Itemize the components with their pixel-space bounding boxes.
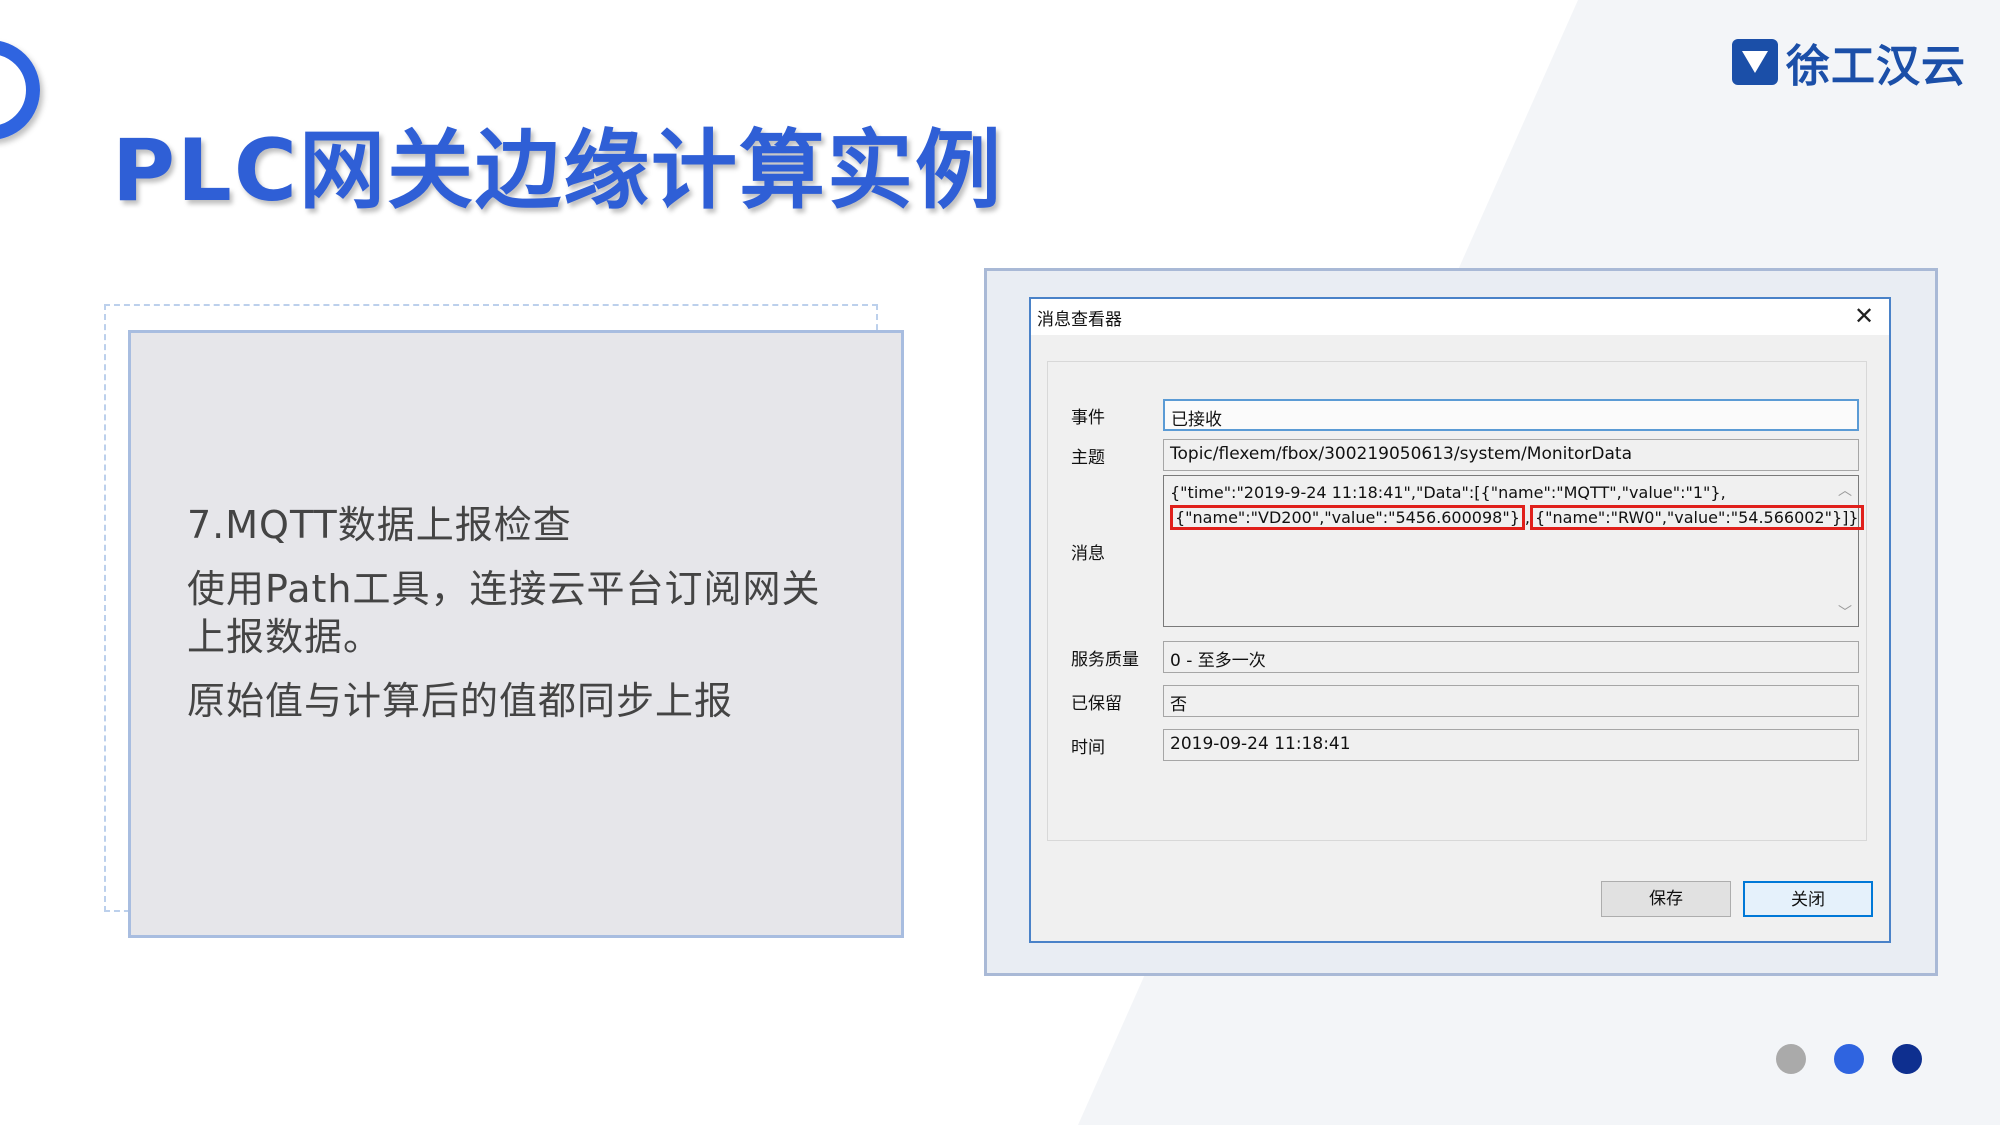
highlight-raw-value: {"name":"VD200","value":"5456.600098"} [1170, 505, 1525, 530]
brand-name: 徐工汉云 [1786, 41, 1966, 92]
message-viewer-dialog: 消息查看器 ✕ 事件 已接收 主题 Topic/flexem/fbox/3002… [1029, 297, 1891, 943]
message-field[interactable]: {"time":"2019-9-24 11:18:41","Data":[{"n… [1163, 475, 1864, 627]
logo-mark-icon [1732, 39, 1778, 85]
dialog-titlebar: 消息查看器 ✕ [1031, 299, 1889, 335]
retained-field[interactable]: 否 [1163, 685, 1859, 717]
scroll-down-icon[interactable]: ﹀ [1838, 602, 1852, 622]
step-note: 原始值与计算后的值都同步上报 [187, 679, 734, 723]
close-button[interactable]: 关闭 [1743, 881, 1873, 917]
step-heading: 7.MQTT数据上报检查 [187, 503, 572, 547]
qos-label: 服务质量 [1071, 650, 1139, 670]
brand-logo: 徐工汉云 [1732, 36, 1966, 92]
message-line-2: {"name":"VD200","value":"5456.600098"},{… [1170, 505, 1864, 530]
close-icon[interactable]: ✕ [1849, 301, 1879, 331]
description-card: 7.MQTT数据上报检查 使用Path工具，连接云平台订阅网关上报数据。 原始值… [128, 330, 904, 938]
dialog-title: 消息查看器 [1037, 310, 1122, 330]
topic-field[interactable]: Topic/flexem/fbox/300219050613/system/Mo… [1163, 439, 1859, 471]
highlight-computed-value: {"name":"RW0","value":"54.566002"}]} [1529, 505, 1864, 530]
time-field[interactable]: 2019-09-24 11:18:41 [1163, 729, 1859, 761]
event-label: 事件 [1071, 408, 1105, 428]
save-button[interactable]: 保存 [1601, 881, 1731, 917]
page-dot-1 [1776, 1044, 1806, 1074]
qos-field[interactable]: 0 - 至多一次 [1163, 641, 1859, 673]
time-label: 时间 [1071, 738, 1105, 758]
page-indicator [1776, 1044, 1950, 1074]
slide-title: PLC网关边缘计算实例 [112, 121, 1003, 221]
event-field[interactable]: 已接收 [1163, 399, 1859, 431]
retained-label: 已保留 [1071, 694, 1122, 714]
message-line-1: {"time":"2019-9-24 11:18:41","Data":[{"n… [1170, 483, 1726, 502]
step-detail: 使用Path工具，连接云平台订阅网关上报数据。 [187, 567, 821, 659]
message-label: 消息 [1071, 544, 1105, 564]
scroll-up-icon[interactable]: ︿ [1838, 480, 1852, 500]
page-dot-2 [1834, 1044, 1864, 1074]
description-text: 7.MQTT数据上报检查 使用Path工具，连接云平台订阅网关上报数据。 原始值… [187, 501, 827, 741]
topic-label: 主题 [1071, 448, 1105, 468]
page-dot-3 [1892, 1044, 1922, 1074]
